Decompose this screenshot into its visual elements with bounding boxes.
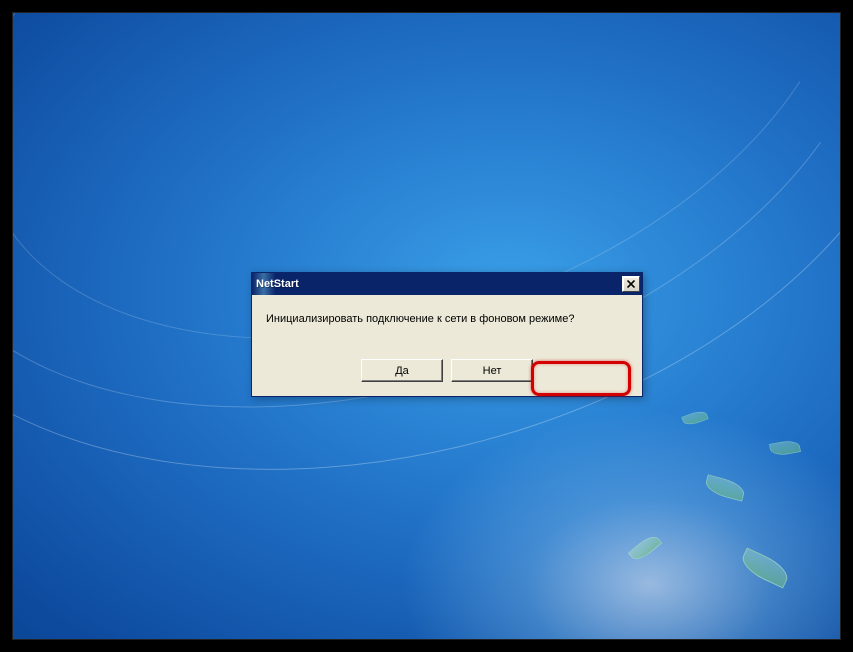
dialog-window: NetStart Инициализировать подключение к … xyxy=(251,272,643,397)
yes-button[interactable]: Да xyxy=(361,359,443,382)
dialog-title: NetStart xyxy=(256,278,299,290)
close-icon xyxy=(627,280,635,288)
close-button[interactable] xyxy=(622,276,640,292)
desktop-background: NetStart Инициализировать подключение к … xyxy=(12,12,841,640)
dialog-button-row: Да Нет xyxy=(252,353,642,396)
no-button[interactable]: Нет xyxy=(451,359,533,382)
dialog-message: Инициализировать подключение к сети в фо… xyxy=(252,295,642,353)
dialog-titlebar[interactable]: NetStart xyxy=(252,273,642,295)
